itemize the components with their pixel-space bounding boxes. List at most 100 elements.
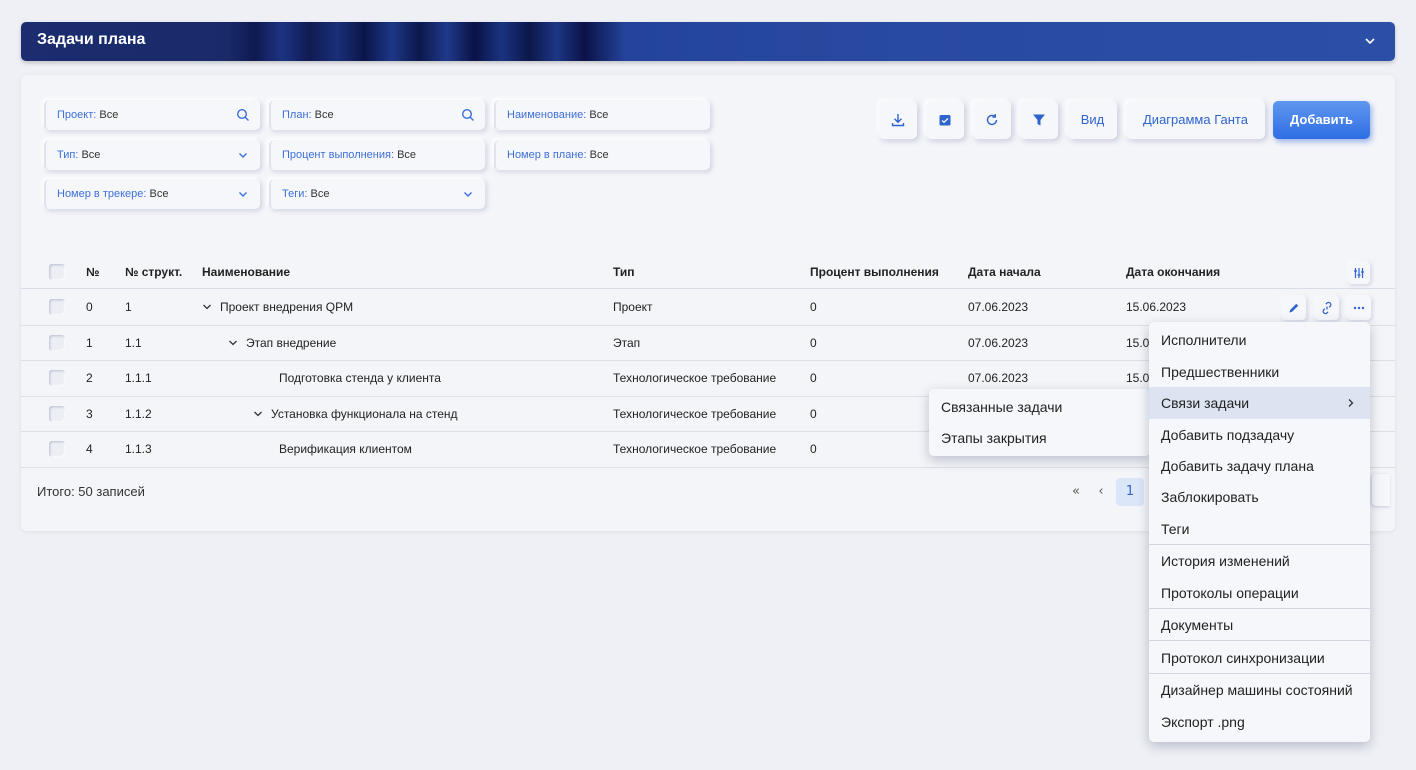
section-title: Задачи плана <box>37 31 146 48</box>
column-header[interactable]: Процент выполнения <box>810 255 939 289</box>
pagination-control[interactable] <box>1372 474 1390 506</box>
filter-value: Все <box>314 109 334 121</box>
column-header[interactable]: № <box>86 255 99 289</box>
filter-label: Номер в трекере: <box>57 188 147 200</box>
cell-struct: 1.1.1 <box>125 371 152 385</box>
table-row[interactable]: 0 1 Проект внедрения QPM Проект 0 07.06.… <box>21 290 1395 326</box>
column-settings-button[interactable] <box>1348 262 1370 284</box>
add-button[interactable]: Добавить <box>1273 101 1370 139</box>
filter-value: Все <box>149 188 169 200</box>
chevron-down-icon[interactable] <box>461 187 475 201</box>
menu-item-change-history[interactable]: История изменений <box>1149 545 1370 577</box>
filter-value: Все <box>99 109 119 121</box>
filter-label: Тип: <box>57 149 79 161</box>
more-actions-button[interactable] <box>1347 296 1371 320</box>
chevron-down-icon[interactable] <box>236 148 250 162</box>
filter-tracker-number[interactable]: Номер в трекере: Все <box>44 179 260 209</box>
first-page-button[interactable]: « <box>1066 478 1086 506</box>
menu-item-export-png[interactable]: Экспорт .png <box>1149 706 1370 738</box>
prev-page-button[interactable]: ‹ <box>1091 478 1111 506</box>
filter-value: Все <box>589 109 609 121</box>
cell-number: 2 <box>86 371 93 385</box>
column-header[interactable]: Дата окончания <box>1126 255 1220 289</box>
menu-item-tags[interactable]: Теги <box>1149 513 1370 545</box>
menu-item-documents[interactable]: Документы <box>1149 609 1370 641</box>
cell-struct: 1 <box>125 300 132 314</box>
row-checkbox[interactable] <box>49 299 65 315</box>
cell-number: 0 <box>86 300 93 314</box>
menu-item-add-plan-task[interactable]: Добавить задачу плана <box>1149 450 1370 482</box>
cell-type: Проект <box>613 300 653 314</box>
filter-name[interactable]: Наименование: Все <box>494 100 710 130</box>
download-button[interactable] <box>879 101 917 139</box>
cell-start: 07.06.2023 <box>968 335 1029 350</box>
task-name: Проект внедрения QPM <box>220 300 354 314</box>
filter-plan[interactable]: План: Все <box>269 100 485 130</box>
link-icon <box>1322 301 1332 315</box>
cell-percent: 0 <box>810 335 817 350</box>
calendar-check-icon <box>939 115 951 126</box>
filter-label: Наименование: <box>507 109 587 121</box>
row-checkbox[interactable] <box>49 370 65 386</box>
menu-item-state-machine-designer[interactable]: Дизайнер машины состояний <box>1149 674 1370 706</box>
menu-separator <box>1149 640 1370 641</box>
search-icon[interactable] <box>236 108 250 122</box>
pencil-icon <box>1289 303 1299 313</box>
cell-type: Технологическое требование <box>613 371 777 385</box>
select-all-checkbox[interactable] <box>49 264 65 280</box>
section-header[interactable]: Задачи плана <box>21 22 1395 61</box>
menu-item-task-links[interactable]: Связи задачи <box>1149 387 1370 419</box>
cell-number: 3 <box>86 406 93 421</box>
row-checkbox[interactable] <box>49 405 65 422</box>
filter-label: Теги: <box>282 188 308 200</box>
filter-plan-number[interactable]: Номер в плане: Все <box>494 140 710 170</box>
menu-item-block[interactable]: Заблокировать <box>1149 481 1370 513</box>
menu-item-operation-logs[interactable]: Протоколы операции <box>1149 577 1370 609</box>
filter-label: Процент выполнения: <box>282 149 395 161</box>
filter-value: Все <box>589 149 609 161</box>
row-checkbox[interactable] <box>49 441 65 457</box>
calendar-button[interactable] <box>926 101 964 139</box>
menu-item-executors[interactable]: Исполнители <box>1149 324 1370 356</box>
filter-value: Все <box>310 188 330 200</box>
chevron-down-icon[interactable] <box>236 187 250 201</box>
filter-percent[interactable]: Процент выполнения: Все <box>269 140 485 170</box>
cell-percent: 0 <box>810 406 817 421</box>
filter-tags[interactable]: Теги: Все <box>269 179 485 209</box>
filter-icon <box>1033 114 1045 126</box>
total-count: Итого: 50 записей <box>37 484 145 499</box>
chevron-down-icon[interactable] <box>1363 34 1377 48</box>
column-header[interactable]: Дата начала <box>968 255 1041 289</box>
chevron-down-icon[interactable] <box>228 338 238 348</box>
column-header[interactable]: Наименование <box>202 255 290 289</box>
filter-project[interactable]: Проект: Все <box>44 100 260 130</box>
chevron-down-icon[interactable] <box>202 302 212 312</box>
menu-item-sync-log[interactable]: Протокол синхронизации <box>1149 642 1370 674</box>
menu-item-add-subtask[interactable]: Добавить подзадачу <box>1149 419 1370 451</box>
menu-item-label: Связи задачи <box>1161 395 1250 411</box>
menu-item-closing-stages[interactable]: Этапы закрытия <box>929 422 1150 454</box>
menu-item-related-tasks[interactable]: Связанные задачи <box>929 391 1150 423</box>
cell-percent: 0 <box>810 300 817 314</box>
cell-number: 1 <box>86 335 93 350</box>
filter-value: Все <box>397 149 417 161</box>
cell-percent: 0 <box>810 442 817 456</box>
gantt-chart-button[interactable]: Диаграмма Ганта <box>1126 101 1265 139</box>
menu-item-predecessors[interactable]: Предшественники <box>1149 356 1370 388</box>
cell-end: 15.0 <box>1126 335 1150 350</box>
filter-button[interactable] <box>1020 101 1058 139</box>
more-icon <box>1353 306 1365 310</box>
filter-type[interactable]: Тип: Все <box>44 140 260 170</box>
page-button[interactable]: 1 <box>1116 478 1144 506</box>
view-button[interactable]: Вид <box>1068 101 1117 139</box>
row-checkbox[interactable] <box>49 334 65 351</box>
cell-name: Проект внедрения QPM <box>202 290 353 324</box>
cell-name: Подготовка стенда у клиента <box>279 371 441 385</box>
column-header[interactable]: Тип <box>613 255 635 289</box>
search-icon[interactable] <box>461 108 475 122</box>
chevron-down-icon[interactable] <box>253 409 263 419</box>
link-button[interactable] <box>1315 296 1339 320</box>
column-header[interactable]: № структ. <box>125 255 182 289</box>
refresh-button[interactable] <box>973 101 1011 139</box>
edit-button[interactable] <box>1282 296 1306 320</box>
